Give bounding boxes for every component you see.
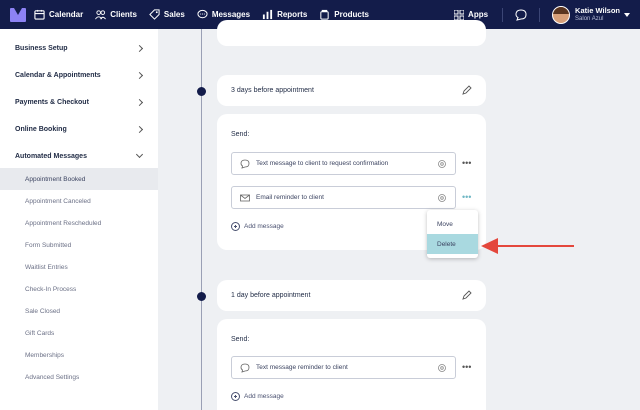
nav-calendar-label: Calendar bbox=[49, 10, 84, 19]
nav-sales[interactable]: Sales bbox=[149, 0, 185, 29]
previous-card bbox=[217, 20, 486, 46]
salon-name: Salon Azul bbox=[575, 15, 604, 22]
sidebar-section-online-booking[interactable]: Online Booking bbox=[0, 116, 158, 143]
add-message-button[interactable]: Add message bbox=[231, 222, 284, 231]
divider bbox=[539, 7, 541, 22]
apps-button[interactable]: Apps bbox=[454, 9, 489, 20]
chevron-right-icon bbox=[135, 44, 144, 53]
nav-reports-label: Reports bbox=[277, 10, 308, 19]
message-options-menu: Move Delete bbox=[427, 210, 478, 258]
user-name: Katie Wilson bbox=[575, 5, 620, 15]
sidebar-item-waitlist-entries[interactable]: Waitlist Entries bbox=[0, 256, 158, 278]
nav-calendar[interactable]: Calendar bbox=[34, 0, 83, 29]
more-options-icon[interactable]: ••• bbox=[462, 363, 474, 372]
nav-clients-label: Clients bbox=[110, 10, 137, 19]
sidebar-section-calendar-appointments[interactable]: Calendar & Appointments bbox=[0, 62, 158, 89]
nav-clients[interactable]: Clients bbox=[95, 0, 137, 29]
add-message-label: Add message bbox=[244, 223, 284, 230]
nav-sales-label: Sales bbox=[163, 10, 185, 19]
user-profile-menu[interactable]: Katie Wilson Salon Azul bbox=[552, 5, 630, 24]
sidebar-item-memberships[interactable]: Memberships bbox=[0, 344, 158, 366]
sidebar-section-business-setup[interactable]: Business Setup bbox=[0, 35, 158, 62]
timeline-dot bbox=[197, 292, 206, 301]
gear-icon[interactable] bbox=[437, 363, 447, 373]
settings-sidebar: Business Setup Calendar & Appointments P… bbox=[0, 29, 158, 410]
chat-icon bbox=[197, 9, 208, 19]
envelope-icon bbox=[240, 194, 250, 202]
gear-icon[interactable] bbox=[437, 159, 447, 169]
sidebar-section-label: Online Booking bbox=[15, 126, 67, 133]
sidebar-section-label: Payments & Checkout bbox=[15, 99, 89, 106]
sidebar-item-sale-closed[interactable]: Sale Closed bbox=[0, 300, 158, 322]
chevron-right-icon bbox=[135, 98, 144, 107]
step-messages-card: Send: Text message reminder to client ••… bbox=[217, 319, 486, 410]
chevron-down-icon bbox=[135, 150, 144, 159]
message-text: Text message reminder to client bbox=[256, 364, 348, 371]
nav-messages-label: Messages bbox=[211, 10, 251, 19]
message-row[interactable]: Email reminder to client bbox=[231, 186, 456, 209]
nav-products-label: Products bbox=[334, 10, 369, 19]
chevron-down-icon bbox=[624, 12, 630, 17]
plus-circle-icon bbox=[231, 222, 240, 231]
sidebar-item-check-in-process[interactable]: Check-In Process bbox=[0, 278, 158, 300]
people-icon bbox=[95, 10, 107, 20]
app-logo[interactable] bbox=[10, 7, 26, 22]
message-row[interactable]: Text message to client to request confir… bbox=[231, 152, 456, 175]
step-header-card: 3 days before appointment bbox=[217, 75, 486, 106]
chat-bubble-icon[interactable] bbox=[515, 8, 527, 21]
sidebar-section-label: Automated Messages bbox=[15, 153, 87, 160]
step-title: 1 day before appointment bbox=[231, 292, 311, 299]
bar-chart-icon bbox=[262, 9, 273, 20]
chevron-right-icon bbox=[135, 71, 144, 80]
sidebar-section-payments-checkout[interactable]: Payments & Checkout bbox=[0, 89, 158, 116]
message-row[interactable]: Text message reminder to client bbox=[231, 356, 456, 379]
send-label: Send: bbox=[231, 336, 250, 343]
pencil-icon[interactable] bbox=[462, 290, 472, 300]
step-header-card: 1 day before appointment bbox=[217, 280, 486, 311]
sidebar-section-label: Calendar & Appointments bbox=[15, 72, 101, 79]
avatar bbox=[552, 5, 571, 24]
timeline-dot bbox=[197, 87, 206, 96]
more-options-icon[interactable]: ••• bbox=[462, 193, 474, 202]
add-message-button[interactable]: Add message bbox=[231, 392, 284, 401]
menu-item-delete[interactable]: Delete bbox=[427, 234, 478, 254]
sidebar-item-appointment-canceled[interactable]: Appointment Canceled bbox=[0, 190, 158, 212]
step-title: 3 days before appointment bbox=[231, 87, 314, 94]
annotation-arrow-icon bbox=[481, 238, 574, 254]
menu-item-move[interactable]: Move bbox=[427, 214, 478, 234]
sidebar-section-automated-messages[interactable]: Automated Messages bbox=[0, 143, 158, 170]
chevron-right-icon bbox=[135, 125, 144, 134]
message-text: Email reminder to client bbox=[256, 194, 324, 201]
chat-icon bbox=[240, 363, 250, 373]
send-label: Send: bbox=[231, 131, 250, 138]
sidebar-section-label: Business Setup bbox=[15, 45, 68, 52]
sidebar-item-appointment-booked[interactable]: Appointment Booked bbox=[0, 168, 158, 190]
sidebar-item-form-submitted[interactable]: Form Submitted bbox=[0, 234, 158, 256]
sidebar-item-gift-cards[interactable]: Gift Cards bbox=[0, 322, 158, 344]
more-options-icon[interactable]: ••• bbox=[462, 159, 474, 168]
message-text: Text message to client to request confir… bbox=[256, 160, 389, 167]
calendar-icon bbox=[34, 9, 45, 20]
sidebar-item-appointment-rescheduled[interactable]: Appointment Rescheduled bbox=[0, 212, 158, 234]
add-message-label: Add message bbox=[244, 393, 284, 400]
tag-icon bbox=[149, 9, 160, 20]
grid-icon bbox=[454, 9, 465, 20]
apps-label: Apps bbox=[468, 10, 489, 19]
divider bbox=[502, 7, 504, 22]
gear-icon[interactable] bbox=[437, 193, 447, 203]
jar-icon bbox=[320, 9, 329, 20]
sidebar-item-advanced-settings[interactable]: Advanced Settings bbox=[0, 366, 158, 388]
pencil-icon[interactable] bbox=[462, 85, 472, 95]
plus-circle-icon bbox=[231, 392, 240, 401]
chat-icon bbox=[240, 159, 250, 169]
